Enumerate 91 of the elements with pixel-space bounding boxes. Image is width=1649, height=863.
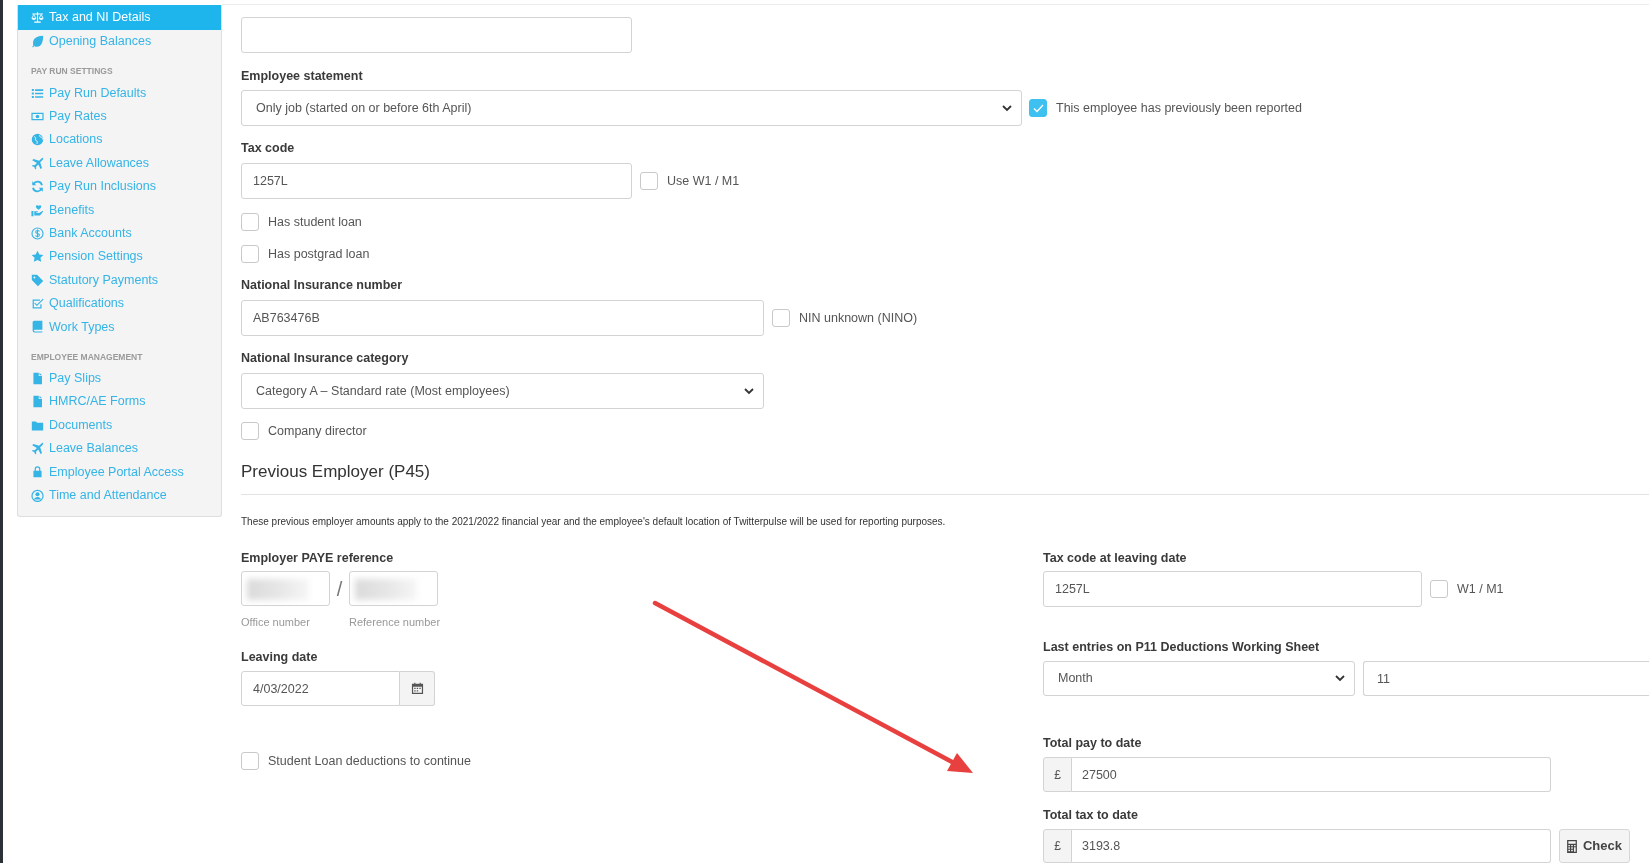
list-icon — [31, 86, 44, 100]
checkbox-label: Student Loan deductions to continue — [268, 753, 471, 770]
calculator-icon — [1567, 839, 1577, 853]
statement-select[interactable]: Only job (started on or before 6th April) — [241, 90, 1022, 126]
text-input[interactable] — [241, 571, 330, 606]
scale-icon — [31, 11, 44, 24]
text-input[interactable] — [349, 571, 438, 606]
currency-addon: £ — [1043, 757, 1072, 792]
text-input[interactable]: 27500 — [1072, 757, 1551, 792]
checkbox-label: Has postgrad loan — [268, 246, 370, 263]
sidebar-item[interactable]: Pay Run Defaults — [18, 81, 221, 105]
chevron-down-icon — [1002, 104, 1012, 112]
sidebar-item[interactable]: Benefits — [18, 198, 221, 222]
field-label: Employee statement — [241, 68, 363, 85]
checkbox-label: W1 / M1 — [1457, 581, 1504, 598]
sidebar-item[interactable]: Bank Accounts — [18, 221, 221, 246]
sidebar-item[interactable]: HMRC/AE Forms — [18, 390, 221, 414]
field-label: Total tax to date — [1043, 807, 1138, 824]
chevron-down-icon — [744, 387, 754, 395]
field-caption: Office number — [241, 616, 310, 628]
checkbox-label: NIN unknown (NINO) — [799, 310, 918, 327]
check-button[interactable]: Check — [1559, 829, 1630, 863]
checkmark-icon — [1032, 103, 1044, 113]
separator: / — [335, 576, 344, 601]
plane-icon — [31, 442, 44, 456]
sidebar-item[interactable]: Documents — [18, 413, 221, 437]
sidebar-item[interactable]: Pay Run Inclusions — [18, 174, 221, 199]
text-input[interactable]: 4/03/2022 — [241, 671, 400, 706]
file-icon — [31, 371, 44, 385]
lock-icon — [31, 465, 44, 479]
sidebar-item[interactable]: Statutory Payments — [18, 268, 221, 292]
sidebar-item[interactable]: Locations — [18, 128, 221, 152]
sidebar-item[interactable]: Employee Portal Access — [18, 460, 221, 484]
sidebar-item[interactable]: Time and Attendance — [18, 483, 221, 508]
sidebar-item[interactable]: Tax and NI Details — [18, 5, 221, 30]
star-icon — [31, 250, 44, 264]
sidebar-item[interactable]: Leave Balances — [18, 436, 221, 461]
refresh-icon — [31, 180, 44, 194]
section-title: Previous Employer (P45) — [241, 461, 430, 483]
currency-addon: £ — [1043, 829, 1072, 863]
text-input[interactable]: AB763476B — [241, 300, 764, 336]
sidebar-item[interactable]: Pay Rates — [18, 104, 221, 129]
hand-heart-icon — [31, 203, 44, 217]
leaf-icon — [31, 35, 44, 49]
globe-icon — [31, 133, 44, 147]
text-input[interactable]: 1257L — [241, 163, 632, 199]
sidebar-item[interactable]: Qualifications — [18, 291, 221, 316]
info-text: These previous employer amounts apply to the 2021/2022 financial year and the employee's default location of Twitterpulse will be used for reporting purposes. — [241, 515, 946, 529]
text-input[interactable]: 3193.8 — [1072, 829, 1551, 863]
field-caption: Reference number — [349, 616, 441, 628]
checkbox-label: Use W1 / M1 — [667, 173, 740, 190]
dollar-circle-icon — [31, 226, 44, 240]
sidebar-item[interactable]: Leave Allowances — [18, 151, 221, 175]
sidebar-item[interactable]: Pension Settings — [18, 245, 221, 269]
period-select[interactable]: Month — [1043, 661, 1355, 696]
checkbox[interactable] — [241, 422, 259, 440]
section-heading: EMPLOYEE MANAGEMENT — [31, 350, 144, 363]
checkbox[interactable] — [241, 752, 259, 770]
section-heading: PAY RUN SETTINGS — [31, 65, 114, 78]
calendar-button[interactable] — [400, 671, 435, 706]
text-input[interactable]: 11 — [1363, 661, 1649, 696]
sidebar-item[interactable]: Pay Slips — [18, 366, 221, 391]
checkbox[interactable] — [772, 309, 790, 327]
checkbox-label: Company director — [268, 423, 367, 440]
field-label: Tax code at leaving date — [1043, 550, 1187, 567]
checkbox-label: Has student loan — [268, 214, 362, 231]
field-label: Total pay to date — [1043, 735, 1142, 752]
field-label: Leaving date — [241, 649, 318, 666]
calendar-icon — [410, 682, 424, 695]
text-input[interactable] — [241, 17, 632, 53]
book-icon — [31, 320, 44, 334]
sidebar-item[interactable]: Work Types — [18, 315, 221, 339]
checkbox[interactable] — [1029, 99, 1047, 117]
sidebar-item[interactable]: Opening Balances — [18, 30, 221, 54]
file-icon — [31, 395, 44, 409]
folder-icon — [31, 418, 44, 432]
tag-icon — [31, 273, 44, 287]
checkbox[interactable] — [241, 245, 259, 263]
chevron-down-icon — [1335, 675, 1345, 682]
field-label: Employer PAYE reference — [241, 550, 394, 567]
text-input[interactable]: 1257L — [1043, 571, 1422, 607]
field-label: Tax code — [241, 140, 295, 157]
field-label: National Insurance category — [241, 350, 409, 367]
checkbox-label: This employee has previously been reported — [1056, 100, 1302, 117]
field-label: National Insurance number — [241, 277, 403, 294]
plane-icon — [31, 156, 44, 170]
category-select[interactable]: Category A – Standard rate (Most employees) — [241, 373, 764, 409]
checkbox[interactable] — [241, 213, 259, 231]
field-label: Last entries on P11 Deductions Working Sheet — [1043, 639, 1320, 656]
checkbox[interactable] — [1430, 580, 1448, 598]
checkbox[interactable] — [640, 172, 658, 190]
